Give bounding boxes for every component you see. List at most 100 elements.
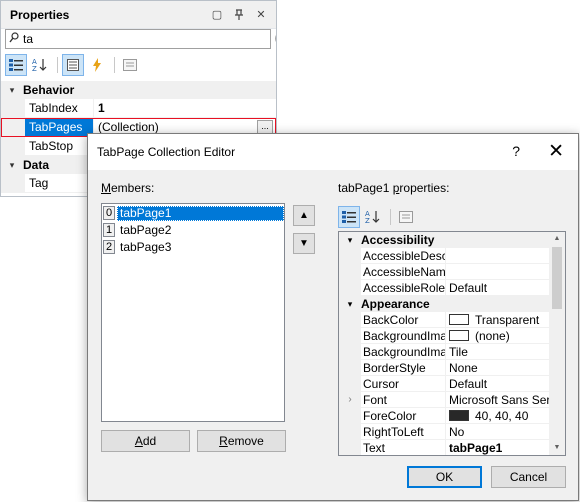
image-swatch xyxy=(449,330,469,341)
property-value[interactable]: Default xyxy=(446,280,550,296)
property-value[interactable]: None xyxy=(446,360,550,376)
expand-chevron-icon[interactable]: › xyxy=(339,392,361,408)
property-row[interactable]: RightToLeft No xyxy=(339,424,550,440)
property-name: TabStop xyxy=(25,137,94,155)
property-row[interactable]: ForeColor 40, 40, 40 xyxy=(339,408,550,424)
property-value[interactable] xyxy=(446,264,550,280)
member-name: tabPage2 xyxy=(120,222,172,237)
close-icon[interactable]: ✕ xyxy=(252,6,270,24)
list-item[interactable]: 0 tabPage1 xyxy=(103,205,284,221)
member-index: 0 xyxy=(103,206,115,220)
member-index: 2 xyxy=(103,240,115,254)
help-button[interactable]: ? xyxy=(512,143,520,159)
window-position-icon[interactable]: ▢ xyxy=(208,6,226,24)
property-value[interactable]: 1 xyxy=(94,99,276,117)
move-up-button[interactable]: ▲ xyxy=(293,205,315,226)
property-value[interactable]: Transparent xyxy=(475,312,539,327)
property-row[interactable]: AccessibleRole Default xyxy=(339,280,550,296)
tabpage-collection-editor-dialog: TabPage Collection Editor ? ✕ Members: 0… xyxy=(87,133,579,501)
arrow-up-icon: ▲ xyxy=(299,210,309,221)
property-name: TabIndex xyxy=(25,99,94,117)
property-name: Font xyxy=(361,392,446,408)
cancel-button[interactable]: Cancel xyxy=(491,466,566,488)
property-pages-button[interactable] xyxy=(395,206,417,228)
property-row[interactable]: Text tabPage1 xyxy=(339,440,550,455)
remove-button[interactable]: Remove xyxy=(197,430,286,452)
toolbar-separator xyxy=(390,209,391,225)
search-icon xyxy=(9,32,19,46)
collapse-icon[interactable]: ▾ xyxy=(339,235,361,246)
ok-button[interactable]: OK xyxy=(407,466,482,488)
close-button[interactable]: ✕ xyxy=(548,140,564,163)
dialog-title: TabPage Collection Editor xyxy=(97,145,236,159)
collapse-icon[interactable]: ▾ xyxy=(1,85,23,96)
property-row-tabindex[interactable]: TabIndex 1 xyxy=(1,99,276,118)
property-row[interactable]: Cursor Default xyxy=(339,376,550,392)
search-value: ta xyxy=(23,32,34,46)
alphabetical-sort-button[interactable]: AZ xyxy=(29,54,51,76)
collapse-icon[interactable]: ▾ xyxy=(1,160,23,171)
properties-label: tabPage1 properties: xyxy=(338,181,450,195)
property-value[interactable]: 40, 40, 40 xyxy=(475,408,528,423)
collapse-icon[interactable]: ▾ xyxy=(339,299,361,310)
tabpage-property-grid[interactable]: ▾ Accessibility AccessibleDescription Ac… xyxy=(338,231,566,456)
property-name: ForeColor xyxy=(361,408,446,424)
categorized-view-button[interactable] xyxy=(5,54,27,76)
property-value[interactable] xyxy=(446,248,550,264)
arrow-down-icon: ▼ xyxy=(299,238,309,249)
category-accessibility[interactable]: ▾ Accessibility xyxy=(339,232,550,248)
svg-text:Z: Z xyxy=(365,217,370,224)
property-name: Cursor xyxy=(361,376,446,392)
property-value[interactable]: No xyxy=(446,424,550,440)
property-row[interactable]: ›FontMicrosoft Sans Serif, 8 xyxy=(339,392,550,408)
toolbar-separator xyxy=(57,57,58,73)
category-label: Behavior xyxy=(23,83,75,97)
members-list[interactable]: 0 tabPage1 1 tabPage2 2 tabPage3 xyxy=(101,203,285,422)
list-item[interactable]: 2 tabPage3 xyxy=(103,239,284,255)
toolbar-separator xyxy=(114,57,115,73)
property-pages-button[interactable] xyxy=(119,54,141,76)
property-name: BackgroundImage xyxy=(361,328,446,344)
events-lightning-icon[interactable] xyxy=(86,54,108,76)
clear-search-icon[interactable]: ✕ xyxy=(275,32,276,45)
properties-toolbar: AZ xyxy=(5,54,143,76)
property-row[interactable]: BackgroundImage (none) xyxy=(339,328,550,344)
property-name: RightToLeft xyxy=(361,424,446,440)
property-value[interactable]: tabPage1 xyxy=(446,440,550,455)
alphabetical-sort-button[interactable]: AZ xyxy=(362,206,384,228)
property-value[interactable]: Default xyxy=(446,376,550,392)
properties-view-button[interactable] xyxy=(62,54,84,76)
property-name: TabPages xyxy=(25,118,94,136)
properties-titlebar: Properties ▢ ✕ xyxy=(1,1,276,29)
property-value[interactable]: Tile xyxy=(446,344,550,360)
property-row[interactable]: BackgroundImageLayoutTile xyxy=(339,344,550,360)
move-down-button[interactable]: ▼ xyxy=(293,233,315,254)
list-item[interactable]: 1 tabPage2 xyxy=(103,222,284,238)
property-row[interactable]: AccessibleName xyxy=(339,264,550,280)
color-swatch xyxy=(449,410,469,421)
pin-icon[interactable] xyxy=(230,6,248,24)
category-behavior[interactable]: ▾ Behavior xyxy=(1,81,276,99)
property-search-input[interactable]: ta ✕ xyxy=(5,29,276,49)
property-name: BackgroundImageLayout xyxy=(361,344,446,360)
property-row[interactable]: BackColor Transparent xyxy=(339,312,550,328)
property-name: AccessibleName xyxy=(361,264,446,280)
property-row[interactable]: AccessibleDescription xyxy=(339,248,550,264)
vertical-scrollbar[interactable]: ▲ ▼ xyxy=(549,232,565,455)
scroll-up-icon[interactable]: ▲ xyxy=(549,232,565,246)
scrollbar-thumb[interactable] xyxy=(552,247,562,309)
properties-title: Properties xyxy=(10,7,70,22)
add-button[interactable]: Add xyxy=(101,430,190,452)
scroll-down-icon[interactable]: ▼ xyxy=(549,441,565,455)
categorized-view-button[interactable] xyxy=(338,206,360,228)
dialog-titlebar: TabPage Collection Editor ? ✕ xyxy=(88,134,578,170)
members-label: Members: xyxy=(101,181,155,195)
category-appearance[interactable]: ▾ Appearance xyxy=(339,296,550,312)
property-name: BorderStyle xyxy=(361,360,446,376)
property-grid-rows: ▾ Accessibility AccessibleDescription Ac… xyxy=(339,232,550,455)
property-value[interactable]: (none) xyxy=(475,328,510,343)
property-row[interactable]: BorderStyle None xyxy=(339,360,550,376)
property-value[interactable]: Microsoft Sans Serif, 8 xyxy=(446,392,550,408)
property-name: Text xyxy=(361,440,446,455)
svg-text:Z: Z xyxy=(32,65,37,72)
